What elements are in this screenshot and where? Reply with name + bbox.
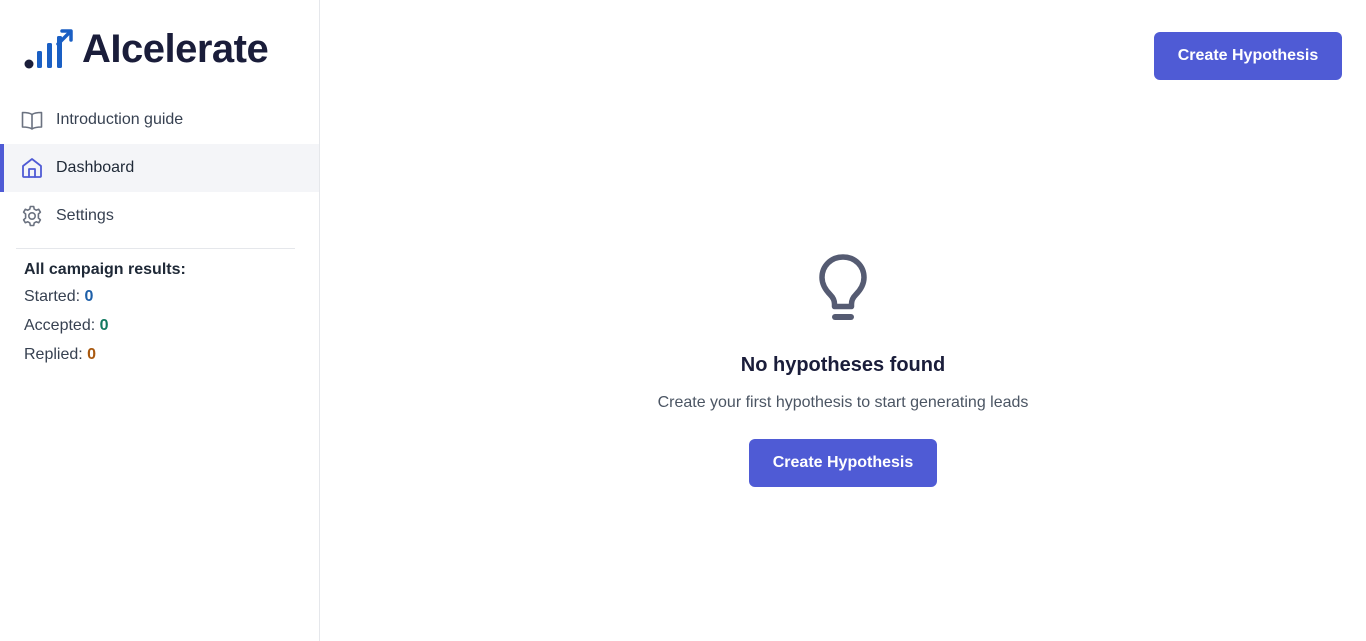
home-icon (20, 156, 44, 180)
book-open-icon (20, 108, 44, 132)
create-first-hypothesis-button[interactable]: Create Hypothesis (749, 439, 937, 487)
sidebar-item-label: Dashboard (56, 159, 135, 176)
sidebar-item-introduction-guide[interactable]: Introduction guide (0, 96, 319, 144)
logo[interactable]: AIcelerate (22, 26, 269, 72)
stat-accepted: Accepted: 0 (24, 311, 186, 340)
stat-started: Started: 0 (24, 282, 186, 311)
stats-title: All campaign results: (24, 261, 186, 278)
gear-icon (20, 204, 44, 228)
create-hypothesis-button[interactable]: Create Hypothesis (1154, 32, 1342, 80)
stat-started-label: Started: (24, 288, 81, 305)
sidebar-item-dashboard[interactable]: Dashboard (0, 144, 319, 192)
stat-accepted-label: Accepted: (24, 317, 96, 334)
empty-state-subtitle: Create your first hypothesis to start ge… (657, 394, 1029, 411)
stat-accepted-value: 0 (99, 317, 109, 334)
sidebar-item-label: Settings (56, 207, 114, 224)
lightbulb-icon (819, 254, 867, 320)
campaign-stats: All campaign results: Started: 0 Accepte… (24, 258, 186, 369)
stat-replied-value: 0 (87, 346, 97, 363)
empty-state: No hypotheses found Create your first hy… (320, 250, 1366, 487)
sidebar-divider (16, 248, 295, 249)
brand-name: AIcelerate (82, 27, 269, 71)
stat-started-value: 0 (84, 288, 94, 305)
sidebar: AIcelerate Introduction guide Dashboard (0, 0, 320, 641)
sidebar-nav: Introduction guide Dashboard Settings (0, 96, 319, 240)
stat-replied: Replied: 0 (24, 340, 186, 369)
sidebar-item-label: Introduction guide (56, 111, 184, 128)
logo-icon (24, 29, 73, 69)
stat-replied-label: Replied: (24, 346, 83, 363)
sidebar-item-settings[interactable]: Settings (0, 192, 319, 240)
empty-state-title: No hypotheses found (740, 354, 946, 376)
